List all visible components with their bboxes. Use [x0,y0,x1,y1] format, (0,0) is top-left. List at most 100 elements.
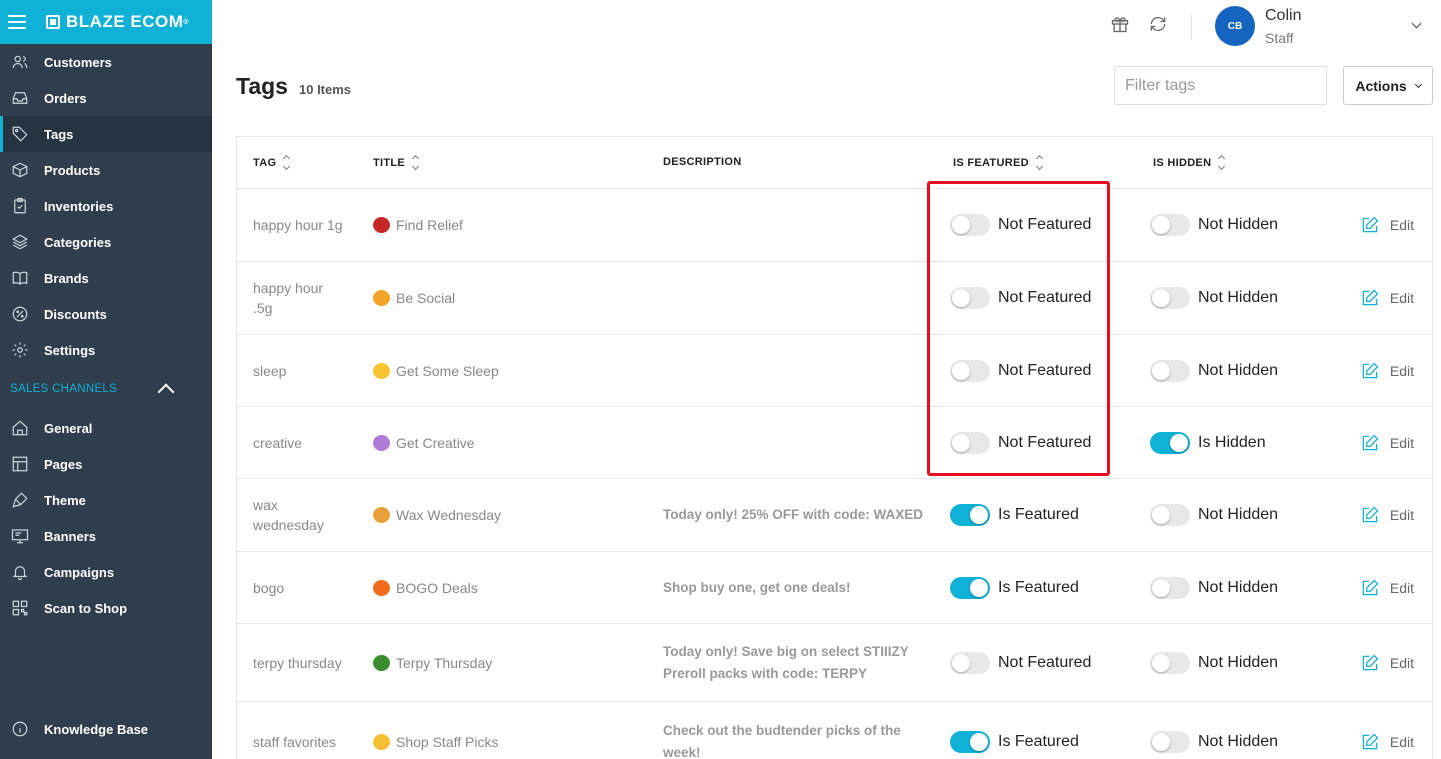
featured-status: Not Featured [998,433,1092,451]
toggle-switch[interactable] [1150,214,1190,236]
toggle-switch[interactable] [950,730,990,753]
featured-toggle[interactable]: Not Featured [950,287,1091,309]
table-row: creative Get Creative Not Featured Is Hi… [237,407,1432,479]
hidden-toggle[interactable]: Not Hidden [1150,651,1279,674]
sales-channels-section[interactable]: SALES CHANNELS [0,368,212,410]
hidden-toggle[interactable]: Not Hidden [1150,576,1278,599]
column-header-featured[interactable]: IS FEATURED [953,154,1043,171]
edit-button[interactable]: Edit [1360,361,1414,381]
refresh-icon[interactable] [1148,14,1168,39]
toggle-switch[interactable] [950,359,990,382]
sidebar-item-customers[interactable]: Customers [0,44,212,80]
edit-button[interactable]: Edit [1360,505,1414,525]
toggle-switch[interactable] [950,431,990,454]
tag-name: happy hour 1g [253,217,343,233]
featured-toggle[interactable]: Not Featured [950,359,1092,382]
column-header-title[interactable]: TITLE [373,154,420,171]
featured-toggle[interactable]: Is Featured [950,576,1079,599]
hidden-toggle[interactable]: Not Hidden [1150,359,1278,382]
edit-button[interactable]: Edit [1360,215,1414,235]
hidden-toggle[interactable]: Is Hidden [1150,431,1266,454]
edit-button[interactable]: Edit [1360,578,1414,598]
sidebar-item-theme[interactable]: Theme [0,482,212,518]
column-header-hidden[interactable]: IS HIDDEN [1153,154,1226,171]
user-name[interactable]: Colin [1265,7,1301,25]
chevron-down-icon[interactable] [1411,18,1422,29]
sidebar-item-orders[interactable]: Orders [0,80,212,116]
edit-label: Edit [1389,654,1414,671]
hidden-status: Not Hidden [1198,653,1279,671]
featured-status: Not Featured [998,289,1092,306]
toggle-switch[interactable] [950,287,990,309]
sidebar-item-inventories[interactable]: Inventories [0,188,212,224]
hidden-toggle[interactable]: Not Hidden [1150,287,1278,309]
sidebar-item-general[interactable]: General [0,410,212,446]
hidden-toggle[interactable]: Not Hidden [1150,730,1278,753]
sidebar-item-pages[interactable]: Pages [0,446,212,482]
chevron-up-icon[interactable] [157,383,175,401]
tag-icon [10,124,30,144]
actions-label: Actions [1355,77,1407,94]
sidebar-item-products[interactable]: Products [0,152,212,188]
tag-title-text: Get Some Sleep [396,362,499,379]
brand-logo[interactable]: BLAZE ECOM ® [46,12,189,32]
featured-toggle[interactable]: Is Featured [950,504,1079,526]
logo-icon [46,15,60,29]
featured-toggle[interactable]: Not Featured [950,651,1092,674]
sidebar-item-label: Categories [44,234,112,250]
tag-title: Get Creative [373,433,475,453]
sidebar-item-campaigns[interactable]: Campaigns [0,554,212,590]
sidebar-item-categories[interactable]: Categories [0,224,212,260]
toggle-switch[interactable] [1150,287,1190,309]
edit-button[interactable]: Edit [1360,732,1414,752]
edit-button[interactable]: Edit [1360,433,1414,453]
sidebar-item-brands[interactable]: Brands [0,260,212,296]
table-row: terpy thursday Terpy Thursday Today only… [237,624,1432,702]
sort-icon[interactable] [412,154,420,171]
toggle-switch[interactable] [1150,431,1190,454]
hidden-toggle[interactable]: Not Hidden [1150,214,1278,236]
edit-icon [1362,654,1379,670]
avatar[interactable]: CB [1215,6,1255,46]
tag-title: Shop Staff Picks [373,732,498,752]
edit-label: Edit [1389,362,1414,379]
edit-icon [1362,579,1379,595]
qr-icon [10,598,30,618]
sidebar-item-banners[interactable]: Banners [0,518,212,554]
emoji-icon [373,579,390,596]
toggle-switch[interactable] [1150,730,1190,753]
toggle-switch[interactable] [1150,576,1190,599]
toggle-switch[interactable] [950,504,990,526]
tag-title-text: Wax Wednesday [396,507,502,523]
sales-channels-label: SALES CHANNELS [10,383,118,395]
sidebar-item-knowledge-base[interactable]: Knowledge Base [0,711,212,747]
toggle-switch[interactable] [950,576,990,599]
featured-toggle[interactable]: Not Featured [950,214,1091,236]
toggle-switch[interactable] [1150,651,1190,674]
featured-toggle[interactable]: Not Featured [950,431,1092,454]
edit-button[interactable]: Edit [1360,288,1414,308]
sidebar-item-scan-to-shop[interactable]: Scan to Shop [0,590,212,626]
sidebar-item-tags[interactable]: Tags [0,116,212,152]
toggle-switch[interactable] [1150,504,1190,526]
filter-tags-input[interactable] [1125,76,1332,95]
column-header-tag[interactable]: TAG [253,154,291,171]
featured-status: Not Featured [998,653,1092,671]
toggle-switch[interactable] [950,214,990,236]
sort-icon[interactable] [1035,154,1043,171]
sort-icon[interactable] [283,154,291,171]
sort-icon[interactable] [1218,154,1226,171]
actions-button[interactable]: Actions [1343,66,1433,105]
edit-button[interactable]: Edit [1360,653,1414,673]
sidebar-item-settings[interactable]: Settings [0,332,212,368]
toggle-switch[interactable] [950,651,990,674]
featured-toggle[interactable]: Is Featured [950,730,1079,753]
hamburger-menu-icon[interactable] [8,15,26,29]
sidebar-item-discounts[interactable]: Discounts [0,296,212,332]
hidden-toggle[interactable]: Not Hidden [1150,504,1278,526]
featured-status: Not Featured [998,361,1092,379]
gift-icon[interactable] [1110,14,1130,39]
tag-title-text: Be Social [396,290,456,306]
sidebar-nav: Customers Orders Tags Products Inventori… [0,44,212,368]
toggle-switch[interactable] [1150,359,1190,382]
